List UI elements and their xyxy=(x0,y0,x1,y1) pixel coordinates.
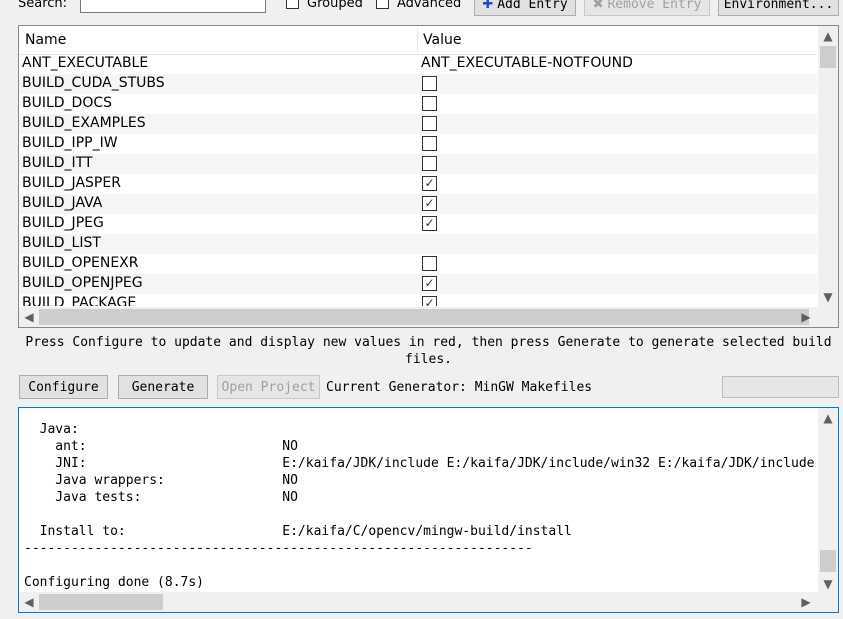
toolbar: Search: Grouped Advanced ✚ Add Entry ✖ R… xyxy=(0,0,843,16)
value-checkbox[interactable] xyxy=(422,116,437,131)
table-row[interactable]: BUILD_CUDA_STUBS xyxy=(19,74,817,94)
cell-name: BUILD_JPEG xyxy=(22,215,104,231)
scroll-down-icon[interactable]: ▼ xyxy=(818,574,838,594)
table-row[interactable]: BUILD_LIST xyxy=(19,234,817,254)
value-checkbox[interactable] xyxy=(422,96,437,111)
table-row[interactable]: BUILD_OPENJPEG ✓ xyxy=(19,274,817,294)
table-row[interactable]: BUILD_DOCS xyxy=(19,94,817,114)
scroll-left-icon[interactable]: ◀ xyxy=(19,307,39,327)
cell-name: BUILD_CUDA_STUBS xyxy=(22,75,165,91)
value-checkbox[interactable]: ✓ xyxy=(422,296,437,306)
table-row[interactable]: BUILD_JASPER ✓ xyxy=(19,174,817,194)
value-checkbox[interactable] xyxy=(422,136,437,151)
output-text: Java: ant: NO JNI: E:/kaifa/JDK/include … xyxy=(24,421,816,597)
cell-name: BUILD_LIST xyxy=(22,235,101,251)
value-checkbox[interactable]: ✓ xyxy=(422,176,437,191)
cell-name: BUILD_ITT xyxy=(22,155,93,171)
table-body: ANT_EXECUTABLE ANT_EXECUTABLE-NOTFOUND BUI… xyxy=(19,54,817,306)
add-entry-label: Add Entry xyxy=(497,0,568,12)
output-line: ----------------------------------------… xyxy=(24,541,533,556)
column-header-value[interactable]: Value xyxy=(423,32,461,48)
value-checkbox[interactable] xyxy=(422,76,437,91)
table-row[interactable]: BUILD_EXAMPLES xyxy=(19,114,817,134)
advanced-label: Advanced xyxy=(397,0,462,11)
environment-label: Environment... xyxy=(723,0,834,12)
cell-name: BUILD_JAVA xyxy=(22,195,103,211)
cell-name: BUILD_JASPER xyxy=(22,175,121,191)
cell-name: BUILD_IPP_IW xyxy=(22,135,118,151)
add-entry-button[interactable]: ✚ Add Entry xyxy=(474,0,576,16)
output-vertical-scrollbar[interactable]: ▲ ▼ xyxy=(818,408,838,594)
status-message: Press Configure to update and display ne… xyxy=(25,335,832,367)
plus-icon: ✚ xyxy=(482,0,494,12)
output-line: Install to: E:/kaifa/C/opencv/mingw-buil… xyxy=(24,524,572,539)
value-checkbox[interactable] xyxy=(422,156,437,171)
grouped-checkbox[interactable] xyxy=(286,0,299,9)
table-horizontal-scroll-thumb[interactable] xyxy=(39,309,809,325)
table-row[interactable]: BUILD_JPEG ✓ xyxy=(19,214,817,234)
configure-label: Configure xyxy=(28,379,99,395)
table-row[interactable]: ANT_EXECUTABLE ANT_EXECUTABLE-NOTFOUND xyxy=(19,54,817,74)
cache-table: Name Value ANT_EXECUTABLE ANT_EXECUTABLE-… xyxy=(18,25,839,328)
value-checkbox[interactable] xyxy=(422,256,437,271)
advanced-checkbox[interactable] xyxy=(376,0,389,9)
value-checkbox[interactable]: ✓ xyxy=(422,196,437,211)
cell-name: BUILD_OPENEXR xyxy=(22,255,139,271)
configure-button[interactable]: Configure xyxy=(19,375,108,399)
table-horizontal-scrollbar[interactable]: ◀ ▶ xyxy=(19,307,838,327)
column-divider[interactable] xyxy=(417,28,418,52)
scroll-right-icon[interactable]: ▶ xyxy=(796,592,816,612)
table-header: Name Value xyxy=(19,26,817,55)
generate-button[interactable]: Generate xyxy=(118,375,208,399)
table-row[interactable]: BUILD_PACKAGE ✓ xyxy=(19,294,817,306)
cell-name: BUILD_PACKAGE xyxy=(22,295,137,306)
cell-value[interactable]: ANT_EXECUTABLE-NOTFOUND xyxy=(421,55,633,71)
output-line: Java wrappers: NO xyxy=(24,473,298,488)
current-generator-label: Current Generator: MinGW Makefiles xyxy=(326,380,593,395)
output-line: JNI: E:/kaifa/JDK/include E:/kaifa/JDK/i… xyxy=(24,456,815,471)
column-header-name[interactable]: Name xyxy=(25,32,66,48)
output-line: Java: xyxy=(24,422,79,437)
output-vertical-scroll-thumb[interactable] xyxy=(820,550,836,572)
output-horizontal-scrollbar[interactable]: ◀ ▶ xyxy=(19,592,838,612)
search-input[interactable] xyxy=(80,0,266,13)
grouped-label: Grouped xyxy=(307,0,363,11)
scroll-down-icon[interactable]: ▼ xyxy=(818,287,838,307)
open-project-label: Open Project xyxy=(221,379,316,395)
open-project-button[interactable]: Open Project xyxy=(217,375,320,399)
value-checkbox[interactable]: ✓ xyxy=(422,216,437,231)
cell-name: BUILD_DOCS xyxy=(22,95,113,111)
scroll-up-icon[interactable]: ▲ xyxy=(818,408,838,428)
progress-bar xyxy=(722,376,839,398)
output-line: ant: NO xyxy=(24,439,298,454)
remove-entry-label: Remove Entry xyxy=(607,0,702,12)
value-checkbox[interactable]: ✓ xyxy=(422,276,437,291)
output-line: Java tests: NO xyxy=(24,490,298,505)
environment-button[interactable]: Environment... xyxy=(718,0,839,16)
search-label: Search: xyxy=(18,0,68,11)
table-row[interactable]: BUILD_OPENEXR xyxy=(19,254,817,274)
table-vertical-scrollbar[interactable]: ▲ ▼ xyxy=(818,26,838,307)
remove-entry-button[interactable]: ✖ Remove Entry xyxy=(584,0,710,16)
scroll-left-icon[interactable]: ◀ xyxy=(19,592,39,612)
cell-name: ANT_EXECUTABLE xyxy=(22,55,149,71)
cell-name: BUILD_EXAMPLES xyxy=(22,115,146,131)
output-log[interactable]: Java: ant: NO JNI: E:/kaifa/JDK/include … xyxy=(18,407,839,613)
table-row[interactable]: BUILD_JAVA ✓ xyxy=(19,194,817,214)
generate-label: Generate xyxy=(131,379,195,395)
output-horizontal-scroll-thumb[interactable] xyxy=(39,594,163,610)
output-line: Configuring done (8.7s) xyxy=(24,575,205,590)
table-row[interactable]: BUILD_IPP_IW xyxy=(19,134,817,154)
cell-name: BUILD_OPENJPEG xyxy=(22,275,143,291)
remove-icon: ✖ xyxy=(592,0,604,12)
table-row[interactable]: BUILD_ITT xyxy=(19,154,817,174)
scroll-right-icon[interactable]: ▶ xyxy=(796,307,816,327)
scroll-up-icon[interactable]: ▲ xyxy=(818,26,838,46)
table-vertical-scroll-thumb[interactable] xyxy=(820,46,836,68)
